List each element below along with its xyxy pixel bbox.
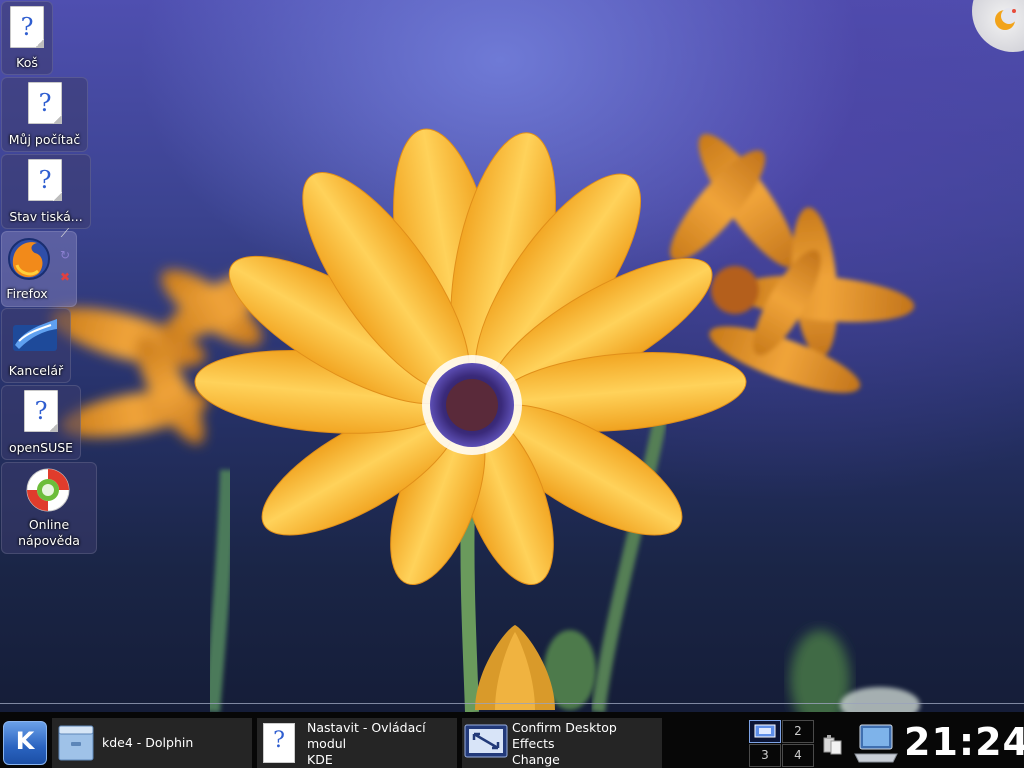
panel-top-border — [0, 703, 1024, 704]
kde-menu-button[interactable]: K — [3, 721, 47, 765]
desktop-icon-my-computer[interactable]: ? Můj počítač — [1, 77, 88, 152]
toolbox-icon[interactable] — [992, 6, 1018, 32]
rotate-handle-icon[interactable]: ↻ — [55, 248, 75, 270]
remove-handle-icon[interactable]: ✖ — [55, 270, 75, 292]
task-label: KDE — [307, 752, 333, 767]
desktop-icon-label: Kancelář — [8, 363, 64, 378]
task-label: Change — [512, 752, 560, 767]
task-dolphin[interactable]: kde4 - Dolphin — [52, 718, 252, 768]
pager-desktop-1[interactable] — [749, 720, 781, 743]
folder-icon — [58, 725, 94, 761]
office-icon — [13, 319, 57, 351]
desktop-icon-online-help[interactable]: Online nápověda — [1, 462, 97, 554]
laptop-battery-icon[interactable] — [853, 722, 899, 764]
firefox-icon — [8, 238, 50, 280]
window-thumbnail-icon — [754, 724, 776, 738]
task-label: kde4 - Dolphin — [102, 735, 194, 750]
clock[interactable]: 21:24 — [904, 720, 1024, 764]
unknown-document-icon: ? — [24, 390, 58, 432]
desktop-icon-label: Můj počítač — [8, 132, 81, 147]
desktop-icon-opensuse[interactable]: ? openSUSE — [1, 385, 81, 460]
desktop-icon-label: nápověda — [18, 533, 80, 548]
unknown-document-icon: ? — [28, 82, 62, 124]
unknown-document-icon: ? — [10, 6, 44, 48]
pager-desktop-3[interactable]: 3 — [749, 744, 781, 767]
clipboard-icon[interactable] — [821, 732, 845, 756]
desktop-icon-trash[interactable]: ? Koš — [1, 1, 53, 75]
desktop-icon-label: Stav tiská... — [9, 209, 83, 224]
pager-desktop-4[interactable]: 4 — [782, 744, 814, 767]
desktop-icon-label: openSUSE — [8, 440, 74, 455]
desktop-icon-label: Koš — [16, 55, 38, 70]
resize-handle-icon[interactable]: ⟋ — [55, 226, 75, 248]
task-label: Nastavit - Ovládací — [307, 720, 426, 735]
task-label: Effects — [512, 736, 555, 751]
unknown-document-icon: ? — [28, 159, 62, 201]
desktop-icon-printer-status[interactable]: ? Stav tiská... — [1, 154, 91, 229]
desktop-wallpaper — [0, 0, 1024, 712]
wallpaper-flowers-art — [50, 128, 920, 712]
task-label: Confirm Desktop — [512, 720, 617, 735]
task-control-module[interactable]: ? Nastavit - Ovládací modul KDE — [257, 718, 457, 768]
virtual-desktop-pager: 2 3 4 — [749, 720, 814, 767]
display-settings-icon — [464, 724, 508, 758]
task-confirm-effects[interactable]: Confirm Desktop Effects Change — [462, 718, 662, 768]
task-label: modul — [307, 736, 347, 751]
kde-logo-icon: K — [15, 727, 35, 755]
desktop-icon-label: Online — [28, 517, 70, 532]
pager-desktop-2[interactable]: 2 — [782, 720, 814, 743]
unknown-document-icon: ? — [263, 723, 295, 763]
icon-handle-toolbar: ⟋ ↻ ✖ — [55, 226, 75, 296]
desktop-icon-office[interactable]: Kancelář — [1, 308, 71, 383]
lifebuoy-help-icon — [26, 468, 70, 512]
